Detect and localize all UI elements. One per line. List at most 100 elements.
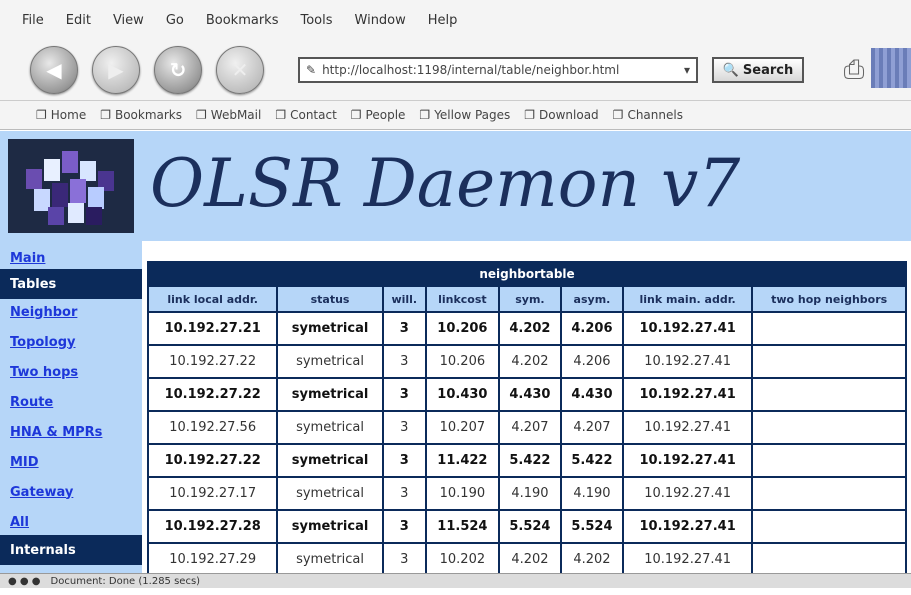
bookmark-label: People — [365, 108, 406, 122]
table-body: 10.192.27.21 symetrical 3 10.206 4.202 4.206 1… — [149, 313, 905, 575]
bookmark-contact[interactable]: ❐ Contact — [275, 108, 336, 122]
menu-item-view[interactable]: View — [113, 13, 144, 28]
table-cell: 5.524 — [499, 511, 560, 542]
back-arrow-icon: ◀ — [46, 58, 62, 82]
sidebar-item-main[interactable]: Main — [0, 245, 142, 271]
bookmark-icon: ❐ — [100, 108, 111, 122]
table-header-row: link local addr. status will. linkcost sym. a… — [149, 287, 905, 311]
table-cell: 10.206 — [426, 313, 498, 344]
table-cell: 10.192.27.21 — [149, 313, 277, 344]
table-cell: symetrical — [278, 511, 382, 542]
bookmark-icon: ❐ — [275, 108, 287, 122]
column-header: linkcost — [426, 287, 498, 311]
stop-button[interactable]: ✕ — [216, 46, 264, 94]
table-cell: 4.202 — [499, 346, 560, 377]
table-cell: 10.192.27.41 — [623, 511, 752, 542]
table-cell: 10.192.27.22 — [149, 379, 277, 410]
table-cell — [753, 544, 905, 575]
table-cell: 4.202 — [561, 544, 622, 575]
table-cell: 3 — [383, 346, 425, 377]
table-cell: 3 — [383, 445, 425, 476]
table-cell: 4.207 — [499, 412, 560, 443]
table-cell: 10.202 — [426, 544, 498, 575]
table-row: 10.192.27.21 symetrical 3 10.206 4.202 4.206 1… — [149, 313, 905, 344]
table-cell: symetrical — [278, 445, 382, 476]
menu-item-window[interactable]: Window — [355, 13, 406, 28]
table-cell: 10.192.27.22 — [149, 346, 277, 377]
forward-button[interactable]: ▶ — [92, 46, 140, 94]
menu-item-go[interactable]: Go — [166, 13, 184, 28]
table-cell: 10.430 — [426, 379, 498, 410]
table-row: 10.192.27.22 symetrical 3 11.422 5.422 5.422 1… — [149, 445, 905, 476]
sidebar-item-gateway[interactable]: Gateway — [0, 479, 142, 505]
bookmark-label: Contact — [290, 108, 337, 122]
forward-arrow-icon: ▶ — [108, 58, 124, 82]
stop-icon: ✕ — [231, 58, 249, 82]
table-cell — [753, 511, 905, 542]
print-icon[interactable]: ⎙ — [838, 55, 870, 85]
table-cell: symetrical — [278, 544, 382, 575]
table-cell: 4.190 — [499, 478, 560, 509]
bookmark-icon: ❐ — [196, 108, 207, 122]
sidebar-item-topology[interactable]: Topology — [0, 329, 142, 355]
search-label: Search — [742, 62, 794, 78]
table-cell: 11.524 — [426, 511, 498, 542]
table-cell: 3 — [383, 412, 425, 443]
bookmark-webmail[interactable]: ❐ WebMail — [196, 108, 261, 122]
table-cell: 10.190 — [426, 478, 498, 509]
column-header: link local addr. — [149, 287, 277, 311]
bookmark-home[interactable]: ❐ Home — [36, 108, 86, 122]
column-header: will. — [383, 287, 425, 311]
bookmark-label: Bookmarks — [114, 108, 183, 122]
navigation-toolbar: ◀ ▶ ↻ ✕ ✎ http://localhost:1198/internal… — [0, 40, 911, 100]
sidebar-item-neighbor[interactable]: Neighbor — [0, 299, 142, 325]
table-cell: 10.192.27.56 — [149, 412, 277, 443]
bookmark-icon: ❐ — [524, 108, 536, 122]
reload-button[interactable]: ↻ — [154, 46, 202, 94]
column-header: status — [278, 287, 382, 311]
sidebar-nav: Main Tables Neighbor Topology Two hops Route H… — [0, 241, 142, 590]
bookmark-label: Channels — [627, 108, 683, 122]
menu-item-help[interactable]: Help — [428, 13, 458, 28]
bookmark-icon: ❐ — [36, 108, 47, 122]
table-row: 10.192.27.22 symetrical 3 10.430 4.430 4.430 1… — [149, 379, 905, 410]
url-text[interactable]: http://localhost:1198/internal/table/nei… — [322, 63, 678, 77]
bookmark-channels[interactable]: ❐ Channels — [613, 108, 683, 122]
table-caption: neighbortable — [149, 263, 905, 285]
table-cell: symetrical — [278, 313, 382, 344]
url-bar[interactable]: ✎ http://localhost:1198/internal/table/n… — [298, 57, 698, 83]
table-cell: 10.192.27.41 — [623, 313, 752, 344]
table-cell — [753, 379, 905, 410]
back-button[interactable]: ◀ — [30, 46, 78, 94]
bookmark-bookmarks[interactable]: ❐ Bookmarks — [100, 108, 182, 122]
search-button[interactable]: 🔍 Search — [712, 57, 804, 83]
sidebar-item-hna-mprs[interactable]: HNA & MPRs — [0, 419, 142, 445]
bookmark-label: Yellow Pages — [434, 108, 511, 122]
menu-item-tools[interactable]: Tools — [300, 13, 332, 28]
page-banner: OLSR Daemon v7 — [0, 131, 911, 241]
bookmark-icon: ❐ — [419, 108, 431, 122]
menu-item-edit[interactable]: Edit — [66, 13, 91, 28]
table-cell: symetrical — [278, 346, 382, 377]
menu-item-bookmarks[interactable]: Bookmarks — [206, 13, 279, 28]
table-cell: 4.190 — [561, 478, 622, 509]
olsr-logo — [8, 139, 134, 233]
table-cell — [753, 313, 905, 344]
bookmark-people[interactable]: ❐ People — [351, 108, 406, 122]
bookmark-yellow-pages[interactable]: ❐ Yellow Pages — [419, 108, 510, 122]
sidebar-item-route[interactable]: Route — [0, 389, 142, 415]
sidebar-item-two-hops[interactable]: Two hops — [0, 359, 142, 385]
table-cell: symetrical — [278, 379, 382, 410]
sidebar-item-mid[interactable]: MID — [0, 449, 142, 475]
menu-item-file[interactable]: File — [22, 13, 44, 28]
reload-icon: ↻ — [169, 58, 187, 82]
page-icon: ✎ — [306, 63, 317, 77]
table-cell: 10.192.27.41 — [623, 445, 752, 476]
column-header: link main. addr. — [623, 287, 752, 311]
table-cell — [753, 412, 905, 443]
table-cell: 5.422 — [499, 445, 560, 476]
dropdown-icon[interactable]: ▾ — [684, 63, 690, 77]
bookmark-download[interactable]: ❐ Download — [524, 108, 598, 122]
table-row: 10.192.27.17 symetrical 3 10.190 4.190 4.190 1… — [149, 478, 905, 509]
sidebar-item-all[interactable]: All — [0, 509, 142, 535]
